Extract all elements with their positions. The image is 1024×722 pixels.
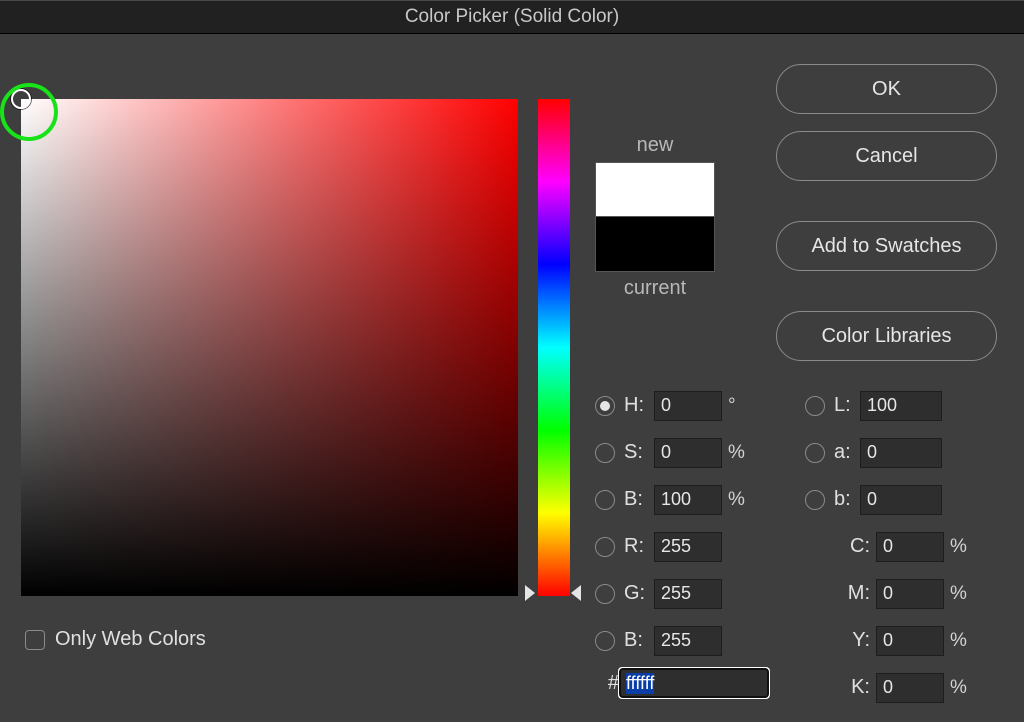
color-field-marker[interactable]: [11, 89, 31, 109]
unit-percent: %: [944, 583, 972, 605]
label-r: R:: [624, 535, 654, 558]
radio-red[interactable]: [595, 537, 615, 557]
input-hue[interactable]: [654, 391, 722, 421]
swatch-new[interactable]: [595, 162, 715, 217]
input-green[interactable]: [654, 579, 722, 609]
input-hex[interactable]: [619, 668, 769, 698]
preview-new-label: new: [595, 134, 715, 157]
radio-hue[interactable]: [595, 396, 615, 416]
swatch-current[interactable]: [595, 217, 715, 272]
color-libraries-button[interactable]: Color Libraries: [776, 311, 997, 361]
label-g: G:: [624, 582, 654, 605]
label-cmyk-c: C:: [840, 535, 876, 558]
input-cmyk-k[interactable]: [876, 673, 944, 703]
ok-button[interactable]: OK: [776, 64, 997, 114]
label-cmyk-y: Y:: [840, 629, 876, 652]
unit-percent: %: [722, 442, 750, 464]
label-lab-a: a:: [834, 441, 860, 464]
label-b-rgb: B:: [624, 629, 654, 652]
radio-saturation[interactable]: [595, 443, 615, 463]
dialog-title: Color Picker (Solid Color): [0, 0, 1024, 34]
label-lab-l: L:: [834, 394, 860, 417]
only-web-colors-checkbox[interactable]: Only Web Colors: [25, 628, 206, 651]
checkbox-icon: [25, 630, 45, 650]
input-cmyk-c[interactable]: [876, 532, 944, 562]
hue-slider[interactable]: [538, 99, 570, 596]
color-field[interactable]: [21, 99, 518, 596]
unit-percent: %: [944, 630, 972, 652]
radio-lab-l[interactable]: [805, 396, 825, 416]
unit-degree: °: [722, 395, 750, 417]
label-hex: #: [595, 672, 619, 695]
input-red[interactable]: [654, 532, 722, 562]
preview-current-label: current: [595, 277, 715, 300]
input-blue[interactable]: [654, 626, 722, 656]
radio-blue[interactable]: [595, 631, 615, 651]
input-lab-a[interactable]: [860, 438, 942, 468]
label-s: S:: [624, 441, 654, 464]
radio-lab-b[interactable]: [805, 490, 825, 510]
input-saturation[interactable]: [654, 438, 722, 468]
label-cmyk-m: M:: [840, 582, 876, 605]
label-h: H:: [624, 394, 654, 417]
input-cmyk-m[interactable]: [876, 579, 944, 609]
radio-green[interactable]: [595, 584, 615, 604]
radio-brightness[interactable]: [595, 490, 615, 510]
unit-percent: %: [722, 489, 750, 511]
input-cmyk-y[interactable]: [876, 626, 944, 656]
label-lab-b: b:: [834, 488, 860, 511]
label-b-hsb: B:: [624, 488, 654, 511]
unit-percent: %: [944, 536, 972, 558]
input-lab-l[interactable]: [860, 391, 942, 421]
input-brightness[interactable]: [654, 485, 722, 515]
unit-percent: %: [944, 677, 972, 699]
label-cmyk-k: K:: [840, 676, 876, 699]
add-to-swatches-button[interactable]: Add to Swatches: [776, 221, 997, 271]
dialog-body: new current OK Cancel Add to Swatches Co…: [0, 34, 1024, 722]
radio-lab-a[interactable]: [805, 443, 825, 463]
cancel-button[interactable]: Cancel: [776, 131, 997, 181]
only-web-colors-label: Only Web Colors: [55, 628, 206, 651]
input-lab-b[interactable]: [860, 485, 942, 515]
